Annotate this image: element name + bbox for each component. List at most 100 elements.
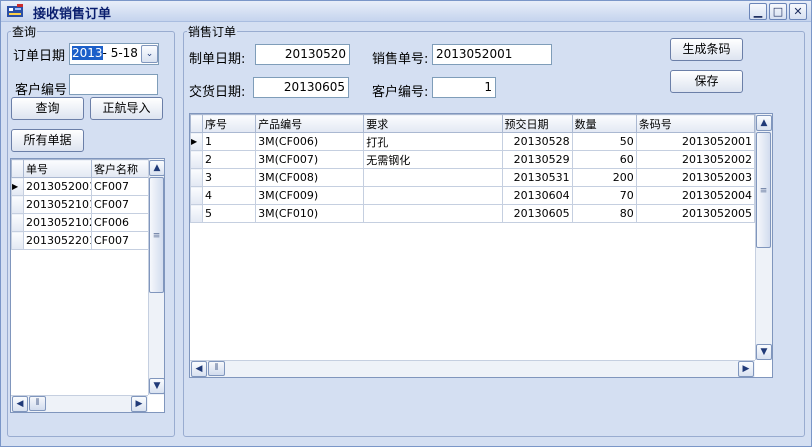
column-header[interactable]: 序号 — [202, 114, 257, 133]
table-row[interactable]: ▶ 1 3M(CF006) 打孔 20130528 50 2013052001 — [190, 132, 756, 151]
row-header — [11, 213, 24, 232]
order-date-label: 订单日期 — [13, 49, 66, 64]
close-button[interactable]: ✕ — [789, 3, 807, 20]
list-row[interactable]: 2013052102 CF006 — [11, 213, 150, 232]
requirement-cell[interactable] — [363, 168, 503, 187]
barcode-cell[interactable]: 2013052004 — [635, 186, 756, 205]
import-button[interactable]: 正航导入 — [90, 97, 163, 120]
order-no-cell[interactable]: 2013052102 — [23, 213, 92, 232]
list-row[interactable]: 2013052101 CF007 — [11, 195, 150, 214]
row-pointer-icon: ▶ — [11, 177, 24, 196]
column-header[interactable]: 单号 — [23, 159, 92, 178]
column-header[interactable]: 条码号 — [635, 114, 756, 133]
customer-no-label: 客户编号: — [372, 85, 429, 100]
scroll-thumb[interactable]: ≡ — [149, 177, 164, 293]
customer-cell[interactable]: CF007 — [91, 195, 150, 214]
due-date-cell[interactable]: 20130605 — [501, 204, 573, 223]
qty-cell[interactable]: 80 — [571, 204, 637, 223]
row-header — [11, 231, 24, 250]
make-date-field[interactable]: 20130520 — [255, 44, 350, 65]
table-row[interactable]: 4 3M(CF009) 20130604 70 2013052004 — [190, 186, 756, 205]
due-date-cell[interactable]: 20130528 — [501, 132, 573, 151]
vertical-scrollbar[interactable]: ▲ ≡ ▼ — [755, 114, 772, 360]
save-button[interactable]: 保存 — [670, 70, 743, 93]
row-header — [11, 195, 24, 214]
scroll-right-icon[interactable]: ▶ — [131, 396, 147, 412]
horizontal-scrollbar[interactable]: ◀ ⦀ ▶ — [11, 395, 148, 412]
scroll-thumb[interactable]: ≡ — [756, 132, 771, 248]
scroll-up-icon[interactable]: ▲ — [756, 115, 772, 131]
scroll-left-icon[interactable]: ◀ — [12, 396, 28, 412]
table-row[interactable]: 2 3M(CF007) 无需钢化 20130529 60 2013052002 — [190, 150, 756, 169]
scroll-down-icon[interactable]: ▼ — [756, 344, 772, 360]
scroll-thumb[interactable]: ⦀ — [29, 396, 46, 411]
customer-cell[interactable]: CF006 — [91, 213, 150, 232]
list-row[interactable]: ▶ 2013052001 CF007 — [11, 177, 150, 196]
seq-cell[interactable]: 4 — [202, 186, 257, 205]
query-button[interactable]: 查询 — [11, 97, 84, 120]
requirement-cell[interactable] — [363, 204, 503, 223]
requirement-cell[interactable]: 打孔 — [363, 132, 503, 151]
seq-cell[interactable]: 1 — [202, 132, 257, 151]
due-date-cell[interactable]: 20130531 — [501, 168, 573, 187]
row-header — [190, 150, 204, 169]
due-date-cell[interactable]: 20130604 — [501, 186, 573, 205]
order-no-cell[interactable]: 2013052201 — [23, 231, 92, 250]
qty-cell[interactable]: 200 — [571, 168, 637, 187]
order-no-field[interactable]: 2013052001 — [432, 44, 552, 65]
seq-cell[interactable]: 2 — [202, 150, 257, 169]
order-items-grid: 序号 产品编号 要求 预交日期 数量 条码号 ▶ 1 3M(CF006) 打孔 … — [189, 113, 773, 378]
window-title: 接收销售订单 — [33, 7, 112, 22]
column-header[interactable]: 预交日期 — [501, 114, 573, 133]
column-header[interactable]: 数量 — [571, 114, 637, 133]
title-bar[interactable]: 接收销售订单 ▁ □ ✕ — [1, 1, 811, 22]
delivery-date-field[interactable]: 20130605 — [253, 77, 349, 98]
due-date-cell[interactable]: 20130529 — [501, 150, 573, 169]
customer-cell[interactable]: CF007 — [91, 177, 150, 196]
requirement-cell[interactable]: 无需钢化 — [363, 150, 503, 169]
customer-label: 客户编号 — [15, 83, 68, 98]
minimize-button[interactable]: ▁ — [749, 3, 767, 20]
column-header[interactable]: 要求 — [363, 114, 503, 133]
horizontal-scrollbar[interactable]: ◀ ⦀ ▶ — [190, 360, 755, 377]
order-no-cell[interactable]: 2013052001 — [23, 177, 92, 196]
product-cell[interactable]: 3M(CF010) — [255, 204, 365, 223]
column-header[interactable]: 产品编号 — [255, 114, 365, 133]
list-row[interactable]: 2013052201 CF007 — [11, 231, 150, 250]
vertical-scrollbar[interactable]: ▲ ≡ ▼ — [148, 159, 164, 395]
order-no-cell[interactable]: 2013052101 — [23, 195, 92, 214]
table-row[interactable]: 3 3M(CF008) 20130531 200 2013052003 — [190, 168, 756, 187]
barcode-cell[interactable]: 2013052001 — [635, 132, 756, 151]
chevron-down-icon[interactable]: ⌄ — [141, 45, 158, 63]
app-icon — [7, 4, 23, 17]
product-cell[interactable]: 3M(CF008) — [255, 168, 365, 187]
product-cell[interactable]: 3M(CF009) — [255, 186, 365, 205]
scroll-up-icon[interactable]: ▲ — [149, 160, 164, 176]
all-docs-button[interactable]: 所有单据 — [11, 129, 84, 152]
barcode-cell[interactable]: 2013052002 — [635, 150, 756, 169]
row-header — [190, 204, 204, 223]
qty-cell[interactable]: 70 — [571, 186, 637, 205]
customer-input[interactable] — [69, 74, 158, 95]
seq-cell[interactable]: 5 — [202, 204, 257, 223]
scroll-left-icon[interactable]: ◀ — [191, 361, 207, 377]
barcode-cell[interactable]: 2013052003 — [635, 168, 756, 187]
scroll-down-icon[interactable]: ▼ — [149, 378, 164, 394]
generate-barcode-button[interactable]: 生成条码 — [670, 38, 743, 61]
table-row[interactable]: 5 3M(CF010) 20130605 80 2013052005 — [190, 204, 756, 223]
maximize-button[interactable]: □ — [769, 3, 787, 20]
requirement-cell[interactable] — [363, 186, 503, 205]
product-cell[interactable]: 3M(CF007) — [255, 150, 365, 169]
scroll-right-icon[interactable]: ▶ — [738, 361, 754, 377]
column-header[interactable]: 客户名称 — [91, 159, 150, 178]
make-date-label: 制单日期: — [189, 52, 246, 67]
qty-cell[interactable]: 60 — [571, 150, 637, 169]
qty-cell[interactable]: 50 — [571, 132, 637, 151]
customer-no-field[interactable]: 1 — [432, 77, 496, 98]
seq-cell[interactable]: 3 — [202, 168, 257, 187]
scroll-thumb[interactable]: ⦀ — [208, 361, 225, 376]
barcode-cell[interactable]: 2013052005 — [635, 204, 756, 223]
customer-cell[interactable]: CF007 — [91, 231, 150, 250]
product-cell[interactable]: 3M(CF006) — [255, 132, 365, 151]
order-no-label: 销售单号: — [372, 52, 429, 67]
